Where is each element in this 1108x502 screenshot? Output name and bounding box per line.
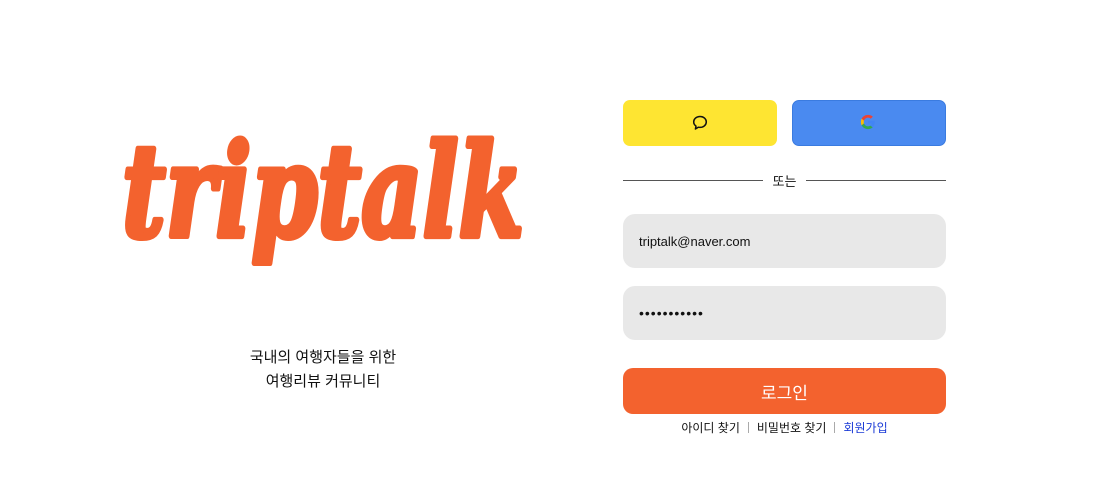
divider-line-right — [806, 179, 947, 181]
divider-label: 또는 — [772, 173, 797, 189]
link-separator — [834, 422, 836, 433]
logo-wordmark: triptalk — [119, 114, 527, 270]
email-input[interactable] — [623, 214, 946, 268]
tagline-line-2: 여행리뷰 커뮤니티 — [265, 373, 381, 390]
logo-text: triptalk — [122, 117, 524, 267]
google-login-button[interactable] — [792, 100, 946, 146]
kakao-login-button[interactable] — [623, 100, 777, 146]
login-page: triptalk 국내의 여행자들을 위한 여행리뷰 커뮤니티 또는 tript… — [0, 0, 1108, 502]
or-divider: 또는 — [623, 170, 947, 190]
google-icon — [860, 114, 878, 132]
login-button[interactable]: 로그인 — [623, 368, 946, 414]
divider-line-left — [623, 179, 763, 181]
password-input[interactable] — [623, 286, 946, 340]
find-password-link[interactable]: 비밀번호 찾기 — [757, 419, 827, 436]
tagline-line-1: 국내의 여행자들을 위한 — [249, 349, 397, 366]
find-id-link[interactable]: 아이디 찾기 — [681, 419, 740, 436]
signup-link[interactable]: 회원가입 — [843, 419, 887, 436]
speech-bubble-icon — [691, 114, 709, 132]
link-separator — [747, 422, 749, 433]
account-links: 아이디 찾기 비밀번호 찾기 회원가입 — [623, 419, 946, 436]
triptalk-logo: triptalk — [118, 114, 538, 318]
tagline: 국내의 여행자들을 위한 여행리뷰 커뮤니티 — [200, 346, 446, 394]
